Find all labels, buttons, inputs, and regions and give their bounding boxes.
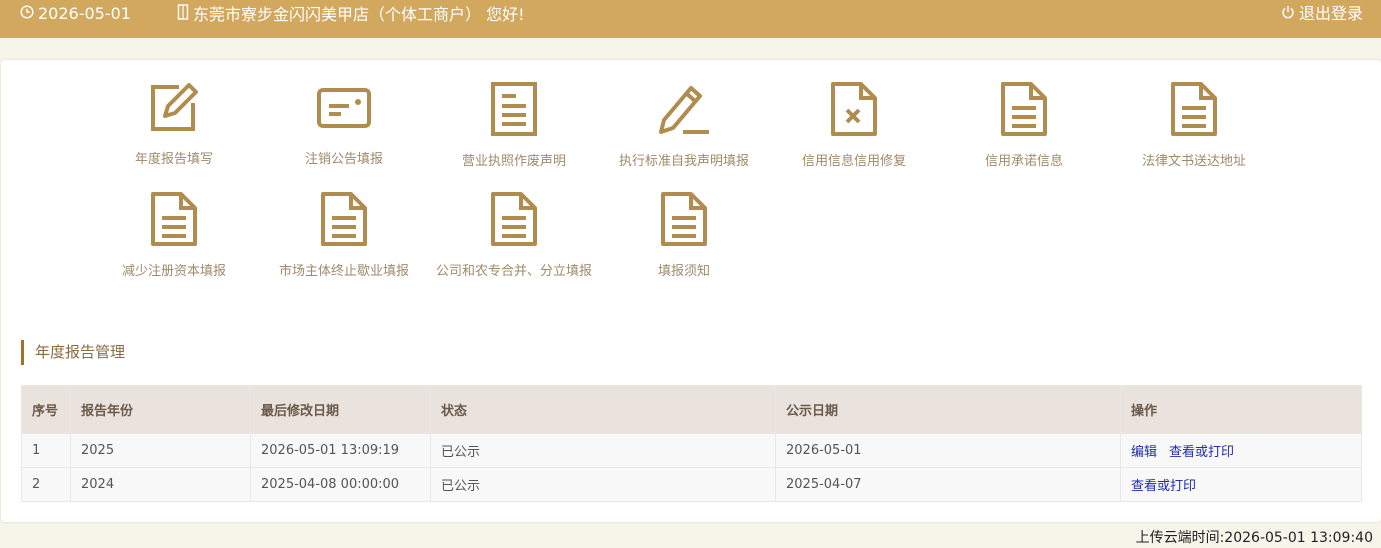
cell-actions: 编辑 查看或打印 [1120, 433, 1362, 468]
tile-capital-reduction[interactable]: 减少注册资本填报 [89, 192, 259, 279]
tile-label: 注销公告填报 [304, 152, 383, 167]
cell-publish-date: 2025-04-07 [775, 467, 1121, 502]
building-icon [177, 4, 193, 25]
upload-time: 上传云端时间:2026-05-01 13:09:40 [1135, 530, 1373, 546]
tile-cancellation-notice[interactable]: 注销公告填报 [259, 82, 429, 167]
section-title: 年度报告管理 [21, 340, 125, 365]
cell-no: 2 [21, 467, 71, 502]
tile-merger-split[interactable]: 公司和农专合并、分立填报 [429, 192, 599, 279]
tile-label: 法律文书送达地址 [1141, 154, 1246, 169]
logout-label: 退出登录 [1298, 4, 1363, 23]
document-x-icon [831, 82, 877, 136]
cell-year: 2024 [70, 467, 251, 502]
tile-credit-repair[interactable]: 信用信息信用修复 [769, 82, 939, 169]
top-bar: 2026-05-01 东莞市寮步金闪闪美甲店（个体工商户） 您好! 退出登录 [0, 0, 1381, 38]
greeting-text: 东莞市寮步金闪闪美甲店（个体工商户） 您好! [193, 4, 525, 24]
tile-legal-address[interactable]: 法律文书送达地址 [1109, 82, 1279, 169]
tile-credit-commitment[interactable]: 信用承诺信息 [939, 82, 1109, 169]
document-icon [151, 192, 197, 246]
tile-label: 公司和农专合并、分立填报 [435, 264, 592, 279]
document-icon [661, 192, 707, 246]
tile-label: 年度报告填写 [134, 152, 213, 167]
tile-label: 填报须知 [657, 264, 710, 279]
col-header-status: 状态 [430, 385, 776, 434]
document-icon [1001, 82, 1047, 136]
clock-icon [20, 4, 38, 24]
cell-status: 已公示 [430, 433, 776, 468]
table-row: 1 2025 2026-05-01 13:09:19 已公示 2026-05-0… [21, 433, 1362, 468]
cell-publish-date: 2026-05-01 [775, 433, 1121, 468]
tile-label: 营业执照作废声明 [461, 154, 566, 169]
power-icon [1281, 4, 1299, 24]
col-header-actions: 操作 [1120, 385, 1362, 434]
view-print-link[interactable]: 查看或打印 [1169, 445, 1234, 460]
col-header-year: 报告年份 [70, 385, 251, 434]
cell-year: 2025 [70, 433, 251, 468]
header-date: 2026-05-01 [20, 4, 131, 24]
cell-no: 1 [21, 433, 71, 468]
annual-report-table: 序号 报告年份 最后修改日期 状态 公示日期 操作 1 2025 2026-05… [21, 385, 1362, 502]
edit-link[interactable]: 编辑 [1131, 445, 1157, 460]
edit-square-icon [151, 83, 198, 131]
cell-actions: 查看或打印 [1120, 467, 1362, 502]
col-header-modified: 最后修改日期 [250, 385, 431, 434]
document-icon [321, 192, 367, 246]
date-text: 2026-05-01 [38, 4, 131, 23]
table-row: 2 2024 2025-04-08 00:00:00 已公示 2025-04-0… [21, 467, 1362, 502]
cell-modified: 2025-04-08 00:00:00 [250, 467, 431, 502]
document-icon [1171, 82, 1217, 136]
tile-annual-report[interactable]: 年度报告填写 [89, 82, 259, 167]
document-lines-icon [491, 82, 537, 136]
tile-label: 减少注册资本填报 [121, 264, 226, 279]
view-print-link[interactable]: 查看或打印 [1131, 479, 1196, 494]
main-panel: 年度报告填写 注销公告填报 营业执照作废声明 执行标准自我声明填报 信用信息信用… [1, 60, 1381, 522]
tile-filing-instructions[interactable]: 填报须知 [599, 192, 769, 279]
cell-status: 已公示 [430, 467, 776, 502]
cell-modified: 2026-05-01 13:09:19 [250, 433, 431, 468]
tile-label: 信用信息信用修复 [801, 154, 906, 169]
id-card-icon [317, 88, 371, 128]
tile-label: 信用承诺信息 [984, 154, 1063, 169]
col-header-no: 序号 [21, 385, 71, 434]
document-icon [491, 192, 537, 246]
table-header-row: 序号 报告年份 最后修改日期 状态 公示日期 操作 [21, 385, 1362, 434]
logout-button[interactable]: 退出登录 [1281, 4, 1363, 24]
pencil-icon [659, 86, 709, 134]
tile-standard-declaration[interactable]: 执行标准自我声明填报 [599, 82, 769, 169]
col-header-publish-date: 公示日期 [775, 385, 1121, 434]
tile-license-void[interactable]: 营业执照作废声明 [429, 82, 599, 169]
tile-label: 市场主体终止歇业填报 [278, 264, 409, 279]
shop-greeting: 东莞市寮步金闪闪美甲店（个体工商户） 您好! [177, 4, 525, 25]
tile-label: 执行标准自我声明填报 [618, 154, 749, 169]
tile-business-termination[interactable]: 市场主体终止歇业填报 [259, 192, 429, 279]
